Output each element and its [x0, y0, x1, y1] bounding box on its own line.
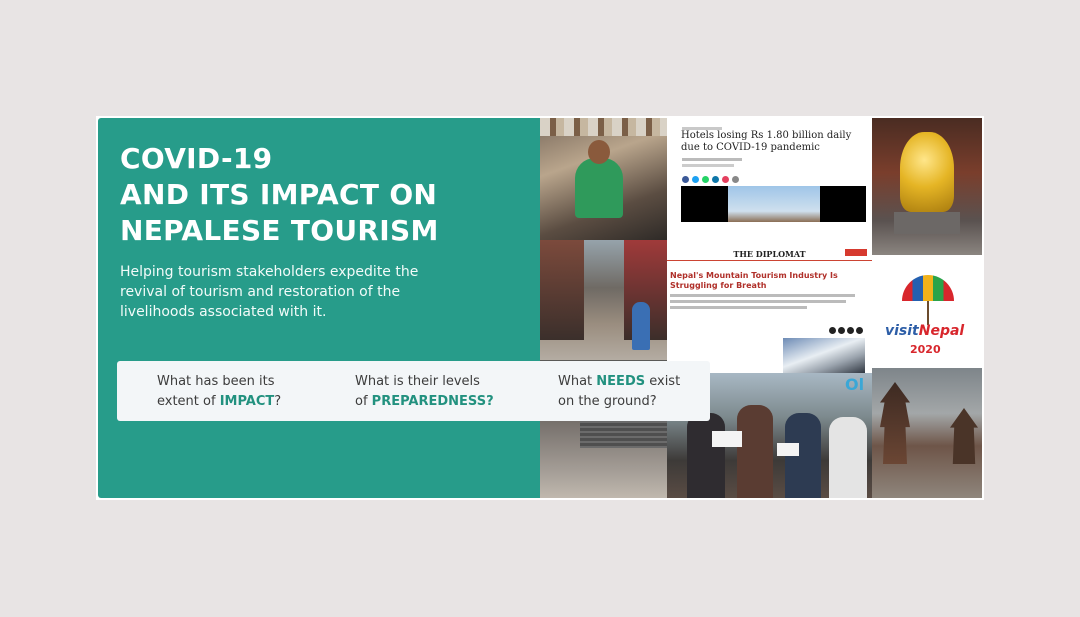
question-preparedness: What is their levels of PREPAREDNESS?	[355, 374, 494, 409]
hero-title-line: AND ITS IMPACT ON	[120, 178, 438, 211]
news-headline-mountain: Nepal's Mountain Tourism Industry Is Str…	[670, 271, 838, 290]
news-video-thumbnail	[681, 186, 866, 222]
hero-subtitle: Helping tourism stakeholders expedite th…	[120, 264, 419, 320]
news-brand-diplomat: THE DIPLOMAT	[733, 249, 806, 259]
photo-golden-statue	[872, 118, 982, 255]
news-clipping-hotels: Hotels losing Rs 1.80 billion daily due …	[667, 118, 872, 243]
share-icons	[829, 321, 865, 339]
news-photo-mountain	[783, 338, 865, 373]
hero-title-line: NEPALESE TOURISM	[120, 214, 439, 247]
photo-shopkeeper	[540, 118, 667, 240]
share-icons	[682, 170, 742, 183]
photo-street-thamel	[540, 240, 667, 360]
hero-title: COVID-19 AND ITS IMPACT ON NEPALESE TOUR…	[120, 141, 520, 249]
umbrella-icon	[902, 275, 954, 301]
photo-collage: Hotels losing Rs 1.80 billion daily due …	[540, 118, 982, 498]
news-clipping-diplomat: THE DIPLOMAT Nepal's Mountain Tourism In…	[667, 243, 872, 373]
hero-title-line: COVID-19	[120, 142, 273, 175]
questions-panel: What has been its extent of IMPACT? What…	[117, 361, 710, 421]
question-needs: What NEEDS exist on the ground?	[558, 374, 681, 409]
visit-nepal-2020-logo: visitNepal 2020	[872, 255, 982, 368]
news-headline-hotels: Hotels losing Rs 1.80 billion daily due …	[681, 130, 852, 153]
question-impact: What has been its extent of IMPACT?	[157, 374, 282, 409]
sign-fragment: Ol	[845, 375, 865, 394]
photo-durbar-square	[872, 368, 982, 498]
